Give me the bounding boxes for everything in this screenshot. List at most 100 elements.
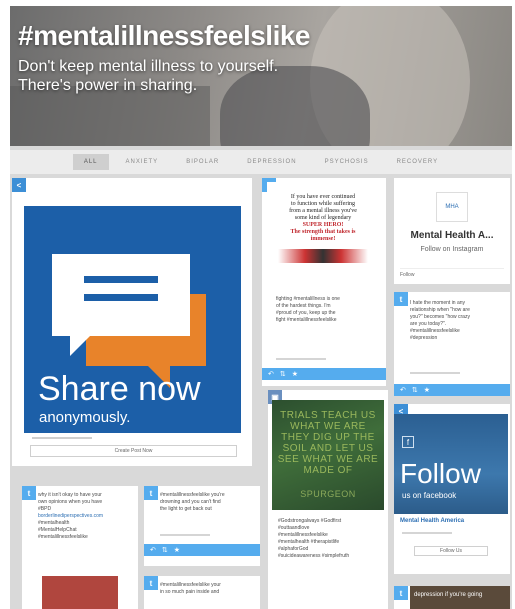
post-text: I hate the moment in any relationship wh… <box>410 300 508 342</box>
fb-follow-title: Follow <box>400 458 481 489</box>
post-text: fighting #mentalillness is one of the ha… <box>276 296 380 324</box>
mha-account-name[interactable]: Mental Health A... <box>394 230 510 241</box>
mha-logo: MHA <box>436 192 468 222</box>
post-text: #Godstrongalways #Godfirst #outtaandlove… <box>278 518 384 560</box>
post-text-line: #alphaforGod <box>278 546 309 552</box>
post-text-line: #mentalillnessfeelslike <box>278 532 328 538</box>
retweet-icon[interactable]: ⇅ <box>412 386 418 394</box>
tweet-card-superhero: t If you have ever continued to function… <box>262 178 386 386</box>
facebook-follow-image[interactable]: f Follow us on facebook <box>394 414 508 514</box>
filter-recovery[interactable]: RECOVERY <box>386 154 450 170</box>
filter-anxiety[interactable]: ANXIETY <box>115 154 170 170</box>
speech-bubble-icon <box>52 254 190 336</box>
share-now-subtitle: anonymously. <box>39 409 131 426</box>
twitter-icon: t <box>144 486 158 500</box>
post-text-line: #mentalhealth <box>38 520 70 526</box>
post-text-line: relationship when "how are <box>410 307 470 313</box>
superhero-quote-image[interactable]: If you have ever continued to function w… <box>267 182 379 280</box>
quote-line: SEE WHAT WE ARE <box>277 454 379 465</box>
post-meta <box>276 358 326 360</box>
post-text-line: #mentalillnessfeelslike <box>38 534 88 540</box>
quote-line: from a mental illness you've <box>289 208 357 214</box>
post-text-line: #mentalillnessfeelslike you're <box>160 492 225 498</box>
fb-account-name[interactable]: Mental Health America <box>400 518 464 524</box>
post-text-line: I hate the moment in any <box>410 300 466 306</box>
hero-subtitle-line-1: Don't keep mental illness to yourself. <box>18 58 279 75</box>
create-post-button[interactable]: Create Post Now <box>30 445 237 457</box>
category-filter-bar: ALL ANXIETY BIPOLAR DEPRESSION PSYCHOSIS… <box>10 150 512 174</box>
post-meta <box>32 437 92 439</box>
post-text-line: of the hardest things. I'm <box>276 303 331 309</box>
tweet-card-drowning: t #mentalillnessfeelslike you're drownin… <box>144 486 260 566</box>
twitter-icon: t <box>394 292 408 306</box>
retweet-icon[interactable]: ⇅ <box>280 370 286 378</box>
post-link[interactable]: borderlinediperspectives.com <box>38 513 136 520</box>
quote-line: immense! <box>310 236 336 242</box>
post-text-line: #MentalHelpChat <box>38 527 77 533</box>
quote-line: MADE OF <box>303 465 353 476</box>
quote-line: The strength that takes is <box>290 229 356 235</box>
fb-follow-subtitle: us on facebook <box>402 491 457 500</box>
post-text: #mentalillnessfeelslike your in so much … <box>160 582 258 596</box>
quote-line: SOIL AND LET US <box>282 443 374 454</box>
reply-icon[interactable]: ↶ <box>400 386 406 394</box>
bubble-line <box>84 294 158 301</box>
retweet-icon[interactable]: ⇅ <box>162 546 168 554</box>
favorite-icon[interactable]: ★ <box>174 546 180 554</box>
quote-line: If you have ever continued <box>290 194 356 200</box>
facebook-follow-button[interactable]: Follow Us <box>414 546 488 556</box>
post-text-line: #suicideawareness #simplefruth <box>278 553 350 559</box>
post-text-line: #mentalillnessfeelslike your <box>160 582 221 588</box>
instagram-card-trials: ▣ TRIALS TEACH US WHAT WE ARE THEY DIG U… <box>268 390 388 609</box>
quote-line: to function while suffering <box>290 201 356 207</box>
filter-bipolar[interactable]: BIPOLAR <box>175 154 230 170</box>
tweet-action-bar: ↶ ⇅ ★ <box>262 368 386 380</box>
post-text-line: own opinions when you have <box>38 499 103 505</box>
mha-follow-text: Follow on Instagram <box>420 246 484 253</box>
post-text-line: the light to get back out <box>160 506 212 512</box>
post-text: why it isn't okay to have your own opini… <box>38 492 136 541</box>
tweet-card-depression: t depression if you're going <box>394 586 510 609</box>
hero-photo-shape <box>10 86 210 146</box>
favorite-icon[interactable]: ★ <box>292 370 298 378</box>
share-now-image[interactable]: Share now anonymously. <box>24 206 241 433</box>
post-text-line: #outtaandlove <box>278 525 310 531</box>
filter-all[interactable]: ALL <box>72 154 109 170</box>
hero-photo-shape <box>220 66 370 146</box>
post-meta <box>160 534 210 536</box>
twitter-icon: t <box>22 486 36 500</box>
twitter-icon: t <box>144 576 158 590</box>
filter-depression[interactable]: DEPRESSION <box>236 154 307 170</box>
hero-subtitle-line-2: There's power in sharing. <box>18 77 198 94</box>
post-text-line: why it isn't okay to have your <box>38 492 102 498</box>
post-text-line: #proud of you, keep up the <box>276 310 336 316</box>
favorite-icon[interactable]: ★ <box>424 386 430 394</box>
share-icon: < <box>12 178 26 192</box>
tweet-photo[interactable] <box>42 576 118 609</box>
page-frame: #mentalillnessfeelslike Don't keep menta… <box>10 6 512 609</box>
post-meta <box>402 532 452 534</box>
trials-quote-image[interactable]: TRIALS TEACH US WHAT WE ARE THEY DIG UP … <box>272 400 384 510</box>
reply-icon[interactable]: ↶ <box>268 370 274 378</box>
filter-psychosis[interactable]: PSYCHOSIS <box>314 154 380 170</box>
post-text-line: fighting #mentalillness is one <box>276 296 340 302</box>
facebook-icon: f <box>402 436 414 448</box>
facebook-follow-card: < f Follow us on facebook Mental Health … <box>394 404 510 574</box>
post-text-line: #depression <box>410 335 438 341</box>
depression-image-caption[interactable]: depression if you're going <box>410 586 510 609</box>
tweet-card-bpd: t why it isn't okay to have your own opi… <box>22 486 138 609</box>
quote-line: SUPER HERO! <box>302 222 344 228</box>
post-text-line: are you today?". <box>410 321 447 327</box>
share-now-title: Share now <box>38 370 201 408</box>
superhero-figures <box>278 249 368 263</box>
tweet-card-pain: t #mentalillnessfeelslike your in so muc… <box>144 576 260 609</box>
post-text-line: you?" becomes "how crazy <box>410 314 470 320</box>
mha-instagram-card: MHA Mental Health A... Follow on Instagr… <box>394 178 510 284</box>
reply-icon[interactable]: ↶ <box>150 546 156 554</box>
instagram-follow-button[interactable]: Follow <box>400 268 504 278</box>
tweet-card-relationship: t I hate the moment in any relationship … <box>394 292 510 396</box>
post-text: #mentalillnessfeelslike you're drowning … <box>160 492 258 513</box>
post-text-line: fight #mentalillnessfeelslike <box>276 317 337 323</box>
quote-line: TRIALS TEACH US <box>280 410 376 421</box>
quote-line: WHAT WE ARE <box>290 421 366 432</box>
